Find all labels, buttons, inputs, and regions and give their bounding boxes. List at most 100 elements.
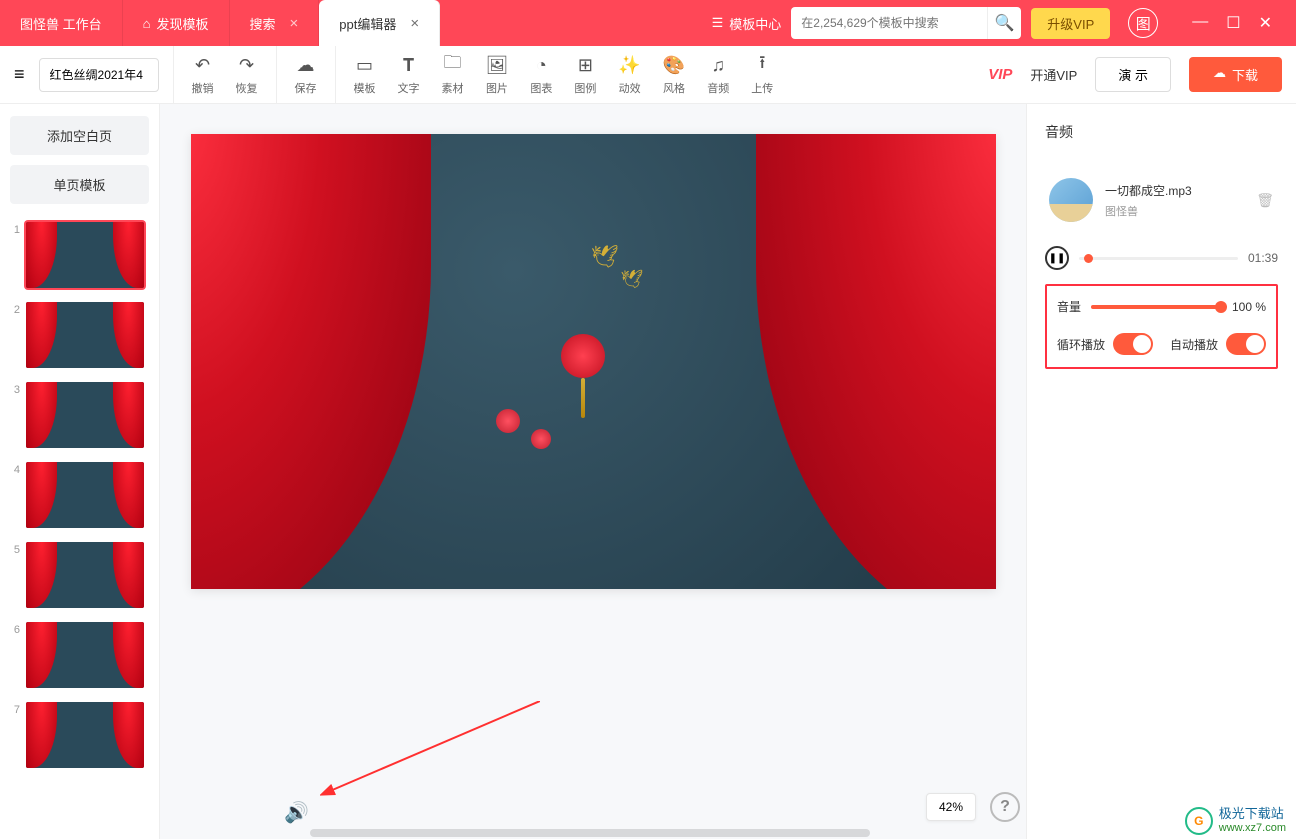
global-search[interactable]: 🔍 [791,7,1021,39]
loop-toggle[interactable] [1113,333,1153,355]
slide-thumbnail[interactable] [26,542,144,608]
home-icon: ⌂ [143,16,151,31]
menu-icon: ☰ [712,15,724,31]
tab-discover[interactable]: ⌂ 发现模板 [123,0,230,46]
window-controls: — ☐ ✕ [1176,13,1288,33]
lantern-decoration [561,334,605,378]
slide-thumbnail[interactable] [26,302,144,368]
audio-thumbnail [1049,178,1093,222]
maximize-icon[interactable]: ☐ [1226,13,1240,33]
search-input[interactable] [791,16,987,30]
audio-settings-highlight: 音量 100 % 循环播放 自动播放 [1045,284,1278,369]
slide-thumbnail[interactable] [26,222,144,288]
pause-button[interactable]: ❚❚ [1045,246,1069,270]
image-button[interactable]: 🖼图片 [486,46,509,104]
panel-title: 音频 [1045,122,1278,142]
close-window-icon[interactable]: ✕ [1259,13,1272,33]
chart-icon: ◔ [536,54,547,76]
menu-button[interactable]: ≡ [14,64,25,85]
save-button[interactable]: ☁ 保存 [295,46,317,104]
document-name-field[interactable]: 红色丝绸2021年4 [39,58,159,92]
style-button[interactable]: 🎨风格 [663,46,685,104]
autoplay-label: 自动播放 [1170,336,1218,353]
upload-button[interactable]: ⭱上传 [751,46,773,104]
audio-progress[interactable] [1079,257,1238,260]
curtain-decoration [191,134,431,589]
music-icon: ♫ [711,54,725,76]
slide-thumbnail[interactable] [26,382,144,448]
slide-canvas[interactable]: 🕊 🕊 [191,134,996,589]
preview-button[interactable]: 演 示 [1095,57,1171,92]
close-icon[interactable]: × [290,15,299,32]
text-icon: 𝐓 [403,54,415,76]
search-button[interactable]: 🔍 [987,7,1021,39]
tab-label: ppt编辑器 [339,14,396,33]
material-button[interactable]: 🗀素材 [442,46,464,104]
open-vip-link[interactable]: 开通VIP [1030,65,1077,84]
help-button[interactable]: ? [990,792,1020,822]
bird-decoration: 🕊 [591,244,619,270]
redo-button[interactable]: ↷ 恢复 [236,46,258,104]
flower-decoration [496,409,520,433]
zoom-level[interactable]: 42% [926,793,976,821]
audio-duration: 01:39 [1248,251,1278,265]
undo-icon: ↶ [195,54,210,76]
minimize-icon[interactable]: — [1192,13,1208,33]
slide-thumbnail[interactable] [26,462,144,528]
search-icon: 🔍 [995,13,1015,33]
upload-icon: ⭱ [759,54,765,76]
delete-audio-button[interactable]: 🗑 [1256,192,1274,209]
slide-thumbnails: 1 2 3 4 5 6 7 [10,222,149,768]
folder-icon: 🗀 [444,54,462,76]
download-button[interactable]: ☁ 下载 [1189,57,1282,92]
titlebar: 图怪兽 工作台 ⌂ 发现模板 搜索 × ppt编辑器 × ☰ 模板中心 🔍 升级… [0,0,1296,46]
toolbar-insert-group: ▭模板 𝐓文字 🗀素材 🖼图片 ◔图表 ⊞图例 ✨动效 🎨风格 ♫音频 ⭱上传 [335,46,792,103]
toolbar: ≡ 红色丝绸2021年4 ↶ 撤销 ↷ 恢复 ☁ 保存 ▭模板 𝐓文字 🗀素材 … [0,46,1296,104]
tab-ppt-editor[interactable]: ppt编辑器 × [319,0,440,46]
template-center-label: 模板中心 [729,14,781,33]
bird-decoration: 🕊 [621,269,644,290]
palette-icon: 🎨 [663,54,685,76]
add-blank-page-button[interactable]: 添加空白页 [10,116,149,155]
tab-label: 图怪兽 工作台 [20,14,102,33]
close-icon[interactable]: × [410,15,419,32]
picture-icon[interactable]: 图 [1128,8,1158,38]
animation-button[interactable]: ✨动效 [618,46,640,104]
autoplay-toggle[interactable] [1226,333,1266,355]
tab-label: 发现模板 [156,14,208,33]
audio-panel: 音频 一切都成空.mp3 图怪兽 🗑 ❚❚ 01:39 音量 100 % 循环播… [1026,104,1296,839]
slide-thumbnail[interactable] [26,622,144,688]
sparkle-icon: ✨ [618,54,640,76]
horizontal-scrollbar[interactable] [160,829,1026,839]
audio-button[interactable]: ♫音频 [707,46,729,104]
template-button[interactable]: ▭模板 [354,46,376,104]
cloud-save-icon: ☁ [297,54,315,76]
chart-button[interactable]: ◔图表 [530,46,552,104]
volume-value: 100 % [1232,300,1266,314]
legend-icon: ⊞ [578,54,593,76]
volume-label: 音量 [1057,298,1081,315]
tab-search[interactable]: 搜索 × [230,0,320,46]
watermark: G 极光下载站 www.xz7.com [1185,806,1286,835]
slide-thumbnail[interactable] [26,702,144,768]
audio-file-item[interactable]: 一切都成空.mp3 图怪兽 🗑 [1045,170,1278,230]
download-icon: ☁ [1213,65,1226,84]
template-icon: ▭ [356,54,373,76]
legend-button[interactable]: ⊞图例 [574,46,596,104]
loop-label: 循环播放 [1057,336,1105,353]
single-page-template-button[interactable]: 单页模板 [10,165,149,204]
slide-panel: 添加空白页 单页模板 1 2 3 4 5 6 7 [0,104,160,839]
volume-slider[interactable] [1091,305,1222,309]
undo-button[interactable]: ↶ 撤销 [192,46,214,104]
tab-workspace[interactable]: 图怪兽 工作台 [0,0,123,46]
vip-badge: VIP [988,66,1012,83]
watermark-logo-icon: G [1185,807,1213,835]
canvas-area[interactable]: 🕊 🕊 🔊 42% ? [160,104,1026,839]
upgrade-vip-button[interactable]: 升级VIP [1031,8,1110,39]
redo-icon: ↷ [239,54,254,76]
curtain-decoration [756,134,996,589]
audio-player: ❚❚ 01:39 [1045,246,1278,270]
text-button[interactable]: 𝐓文字 [398,46,420,104]
template-center-button[interactable]: ☰ 模板中心 [712,14,782,33]
image-icon: 🖼 [486,54,509,76]
